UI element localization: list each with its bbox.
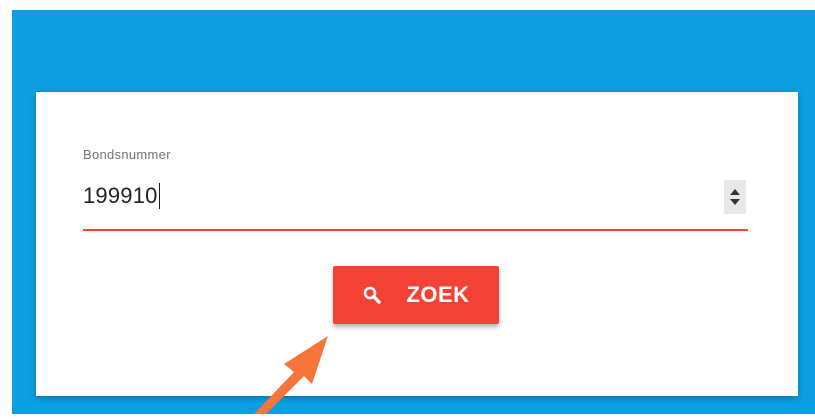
spinner-up-icon[interactable] [730,189,740,195]
input-underline [83,229,748,231]
arrow-pointer-icon [240,326,340,414]
search-icon [362,285,382,305]
search-button-label: ZOEK [406,282,470,307]
text-caret [158,183,161,209]
bondsnummer-input[interactable]: 199910 [83,182,161,210]
bondsnummer-value[interactable]: 199910 [83,183,158,209]
spinner-down-icon[interactable] [730,199,740,205]
screenshot-stage: Bondsnummer 199910 ZOEK [0,0,815,414]
search-button[interactable]: ZOEK [333,266,499,324]
search-card: Bondsnummer 199910 ZOEK [36,92,798,396]
number-spinner[interactable] [724,180,746,214]
bondsnummer-label: Bondsnummer [83,147,171,162]
